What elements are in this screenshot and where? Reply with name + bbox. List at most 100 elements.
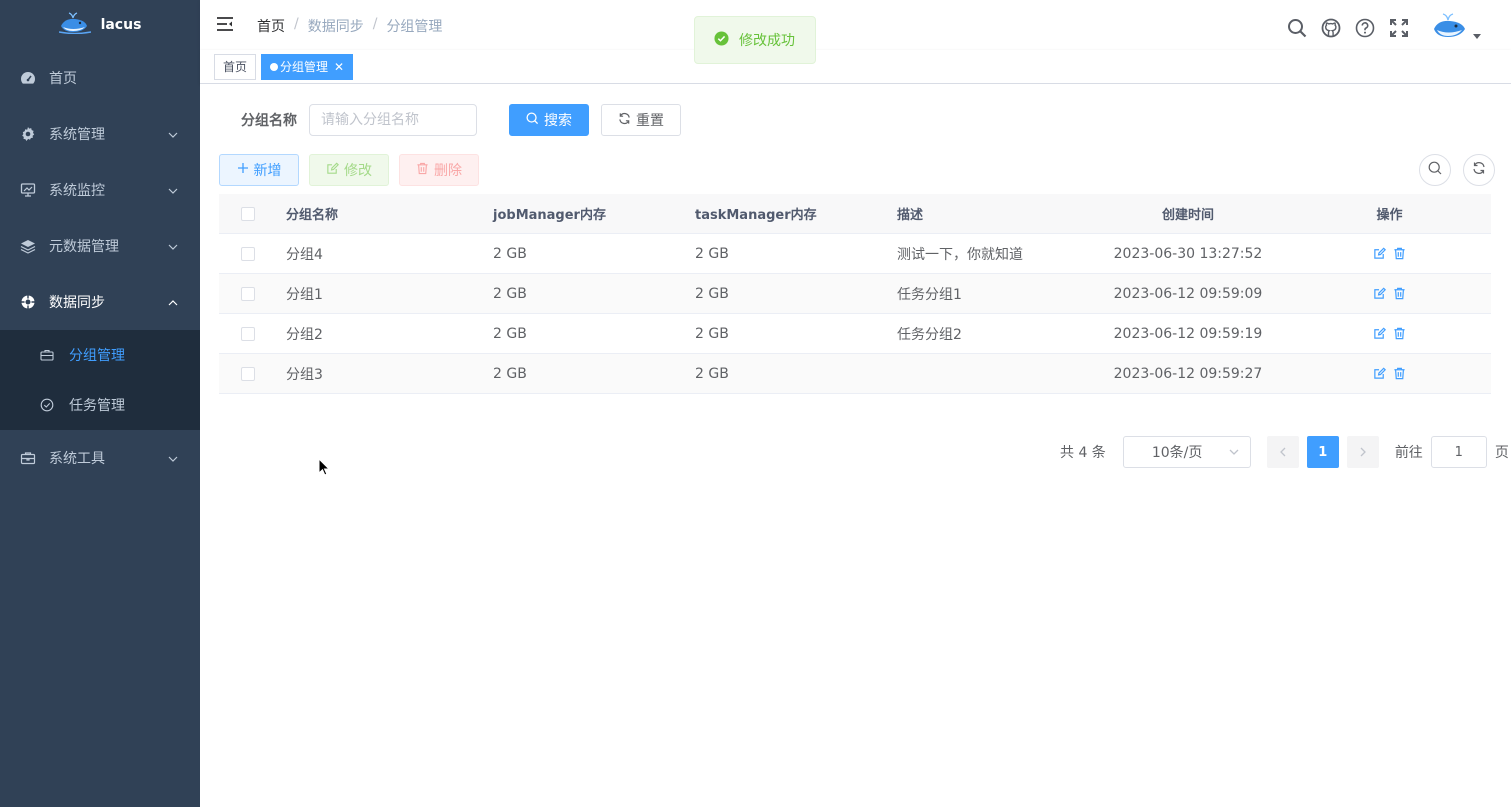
- header-jobmanager-memory: jobManager内存: [493, 208, 606, 223]
- trash-icon[interactable]: [1393, 367, 1407, 381]
- tag-home[interactable]: 首页: [214, 54, 257, 80]
- help-icon[interactable]: [1355, 18, 1375, 38]
- row-checkbox[interactable]: [240, 326, 255, 341]
- page-number-1[interactable]: 1: [1306, 436, 1339, 468]
- trash-icon[interactable]: [1393, 287, 1407, 301]
- search-button[interactable]: 搜索: [509, 104, 589, 136]
- whale-logo-icon: [58, 12, 91, 38]
- header-checkbox-cell: [219, 206, 276, 221]
- table-row[interactable]: 分组4 2 GB 2 GB 测试一下，你就知道 2023-06-30 13:27…: [219, 234, 1491, 274]
- edit-icon: [326, 162, 339, 179]
- cell-taskmanager-memory: 2 GB: [695, 325, 729, 342]
- cell-taskmanager-memory: 2 GB: [695, 285, 729, 302]
- sidebar-item-home[interactable]: 首页: [0, 50, 200, 106]
- cell-description: 任务分组2: [897, 326, 962, 343]
- tags-view: 首页 分组管理 ✕: [200, 50, 1511, 84]
- table-row[interactable]: 分组2 2 GB 2 GB 任务分组2 2023-06-12 09:59:19: [219, 314, 1491, 354]
- next-page-button[interactable]: [1346, 436, 1379, 468]
- breadcrumb: 首页 / 数据同步 / 分组管理: [257, 16, 442, 36]
- add-button-label: 新增: [253, 163, 282, 179]
- sidebar-item-label: 元数据管理: [49, 239, 119, 255]
- breadcrumb-group-management: 分组管理: [386, 19, 443, 35]
- sidebar-item-label: 系统监控: [49, 183, 105, 199]
- table-header: 分组名称 jobManager内存 taskManager内存 描述 创建时间 …: [219, 194, 1491, 234]
- delete-button[interactable]: 删除: [399, 154, 479, 186]
- row-checkbox-cell: [219, 366, 276, 381]
- success-check-icon: [714, 30, 729, 50]
- select-all-checkbox[interactable]: [240, 206, 255, 221]
- refresh-table-button[interactable]: [1463, 154, 1495, 186]
- edit-button-label: 修改: [344, 163, 372, 179]
- cell-group-name: 分组1: [286, 286, 323, 303]
- sidebar-item-group-management[interactable]: 分组管理: [0, 330, 200, 380]
- main-content: 分组名称 搜索 重置 新增 修改 删除 分组名称 jobManager内存 ta: [200, 84, 1511, 807]
- sidebar-item-metadata-management[interactable]: 元数据管理: [0, 218, 200, 274]
- row-checkbox-cell: [219, 326, 276, 341]
- mouse-cursor-icon: [318, 457, 331, 480]
- tag-label: 分组管理: [280, 60, 329, 74]
- row-checkbox[interactable]: [240, 286, 255, 301]
- plus-icon: [237, 162, 249, 178]
- header-group-name: 分组名称: [286, 208, 339, 223]
- cell-jobmanager-memory: 2 GB: [493, 325, 527, 342]
- row-checkbox[interactable]: [240, 366, 255, 381]
- cell-taskmanager-memory: 2 GB: [695, 245, 729, 262]
- table-row[interactable]: 分组1 2 GB 2 GB 任务分组1 2023-06-12 09:59:09: [219, 274, 1491, 314]
- sidebar-item-system-monitor[interactable]: 系统监控: [0, 162, 200, 218]
- breadcrumb-home[interactable]: 首页: [257, 16, 285, 36]
- breadcrumb-data-sync: 数据同步: [307, 19, 364, 35]
- logo[interactable]: lacus: [0, 0, 200, 50]
- navbar: 首页 / 数据同步 / 分组管理: [200, 0, 1511, 50]
- sidebar-item-label: 系统工具: [49, 451, 105, 467]
- edit-icon[interactable]: [1373, 246, 1387, 261]
- cell-group-name: 分组4: [286, 246, 323, 263]
- sidebar-item-label: 系统管理: [49, 127, 105, 143]
- edit-button[interactable]: 修改: [309, 154, 389, 186]
- right-menu: [1287, 12, 1481, 44]
- fullscreen-icon[interactable]: [1389, 18, 1409, 38]
- sidebar-item-task-management[interactable]: 任务管理: [0, 380, 200, 430]
- row-checkbox[interactable]: [240, 246, 255, 261]
- toggle-search-button[interactable]: [1419, 154, 1451, 186]
- gear-icon: [20, 126, 36, 142]
- briefcase-icon: [40, 348, 54, 362]
- caret-down-icon: [1473, 28, 1481, 44]
- github-icon[interactable]: [1321, 18, 1341, 38]
- sidebar-item-system-management[interactable]: 系统管理: [0, 106, 200, 162]
- cell-operations: [1288, 286, 1491, 301]
- data-sync-submenu: 分组管理 任务管理: [0, 330, 200, 430]
- sidebar-item-system-tools[interactable]: 系统工具: [0, 430, 200, 486]
- chevron-down-icon: [168, 238, 178, 254]
- goto-page-input[interactable]: [1430, 436, 1487, 468]
- edit-icon[interactable]: [1373, 326, 1387, 341]
- table-row[interactable]: 分组3 2 GB 2 GB 2023-06-12 09:59:27: [219, 354, 1491, 394]
- chevron-up-icon: [168, 294, 178, 310]
- tag-group-management[interactable]: 分组管理 ✕: [261, 54, 354, 80]
- active-dot-icon: [270, 63, 278, 71]
- group-name-input[interactable]: [309, 104, 477, 136]
- success-toast: 修改成功: [694, 16, 816, 64]
- cell-group-name: 分组2: [286, 326, 323, 343]
- sidebar-item-data-sync[interactable]: 数据同步: [0, 274, 200, 330]
- cell-operations: [1288, 246, 1491, 261]
- delete-button-label: 删除: [434, 163, 462, 179]
- hamburger-icon[interactable]: [216, 15, 236, 35]
- trash-icon[interactable]: [1393, 247, 1407, 261]
- refresh-icon: [618, 112, 631, 129]
- add-button[interactable]: 新增: [219, 154, 299, 186]
- edit-icon[interactable]: [1373, 286, 1387, 301]
- cell-jobmanager-memory: 2 GB: [493, 285, 527, 302]
- header-taskmanager-memory: taskManager内存: [695, 208, 817, 223]
- close-icon[interactable]: ✕: [334, 60, 344, 74]
- trash-icon[interactable]: [1393, 327, 1407, 341]
- toast-message: 修改成功: [739, 33, 795, 49]
- page-size-select[interactable]: 10条/页: [1122, 436, 1251, 468]
- user-avatar-dropdown[interactable]: [1431, 12, 1481, 44]
- reset-button-label: 重置: [636, 113, 664, 129]
- breadcrumb-separator: /: [294, 16, 299, 32]
- prev-page-button[interactable]: [1266, 436, 1299, 468]
- search-icon[interactable]: [1287, 18, 1307, 38]
- toolbox-icon: [20, 450, 36, 466]
- edit-icon[interactable]: [1373, 366, 1387, 381]
- reset-button[interactable]: 重置: [601, 104, 681, 136]
